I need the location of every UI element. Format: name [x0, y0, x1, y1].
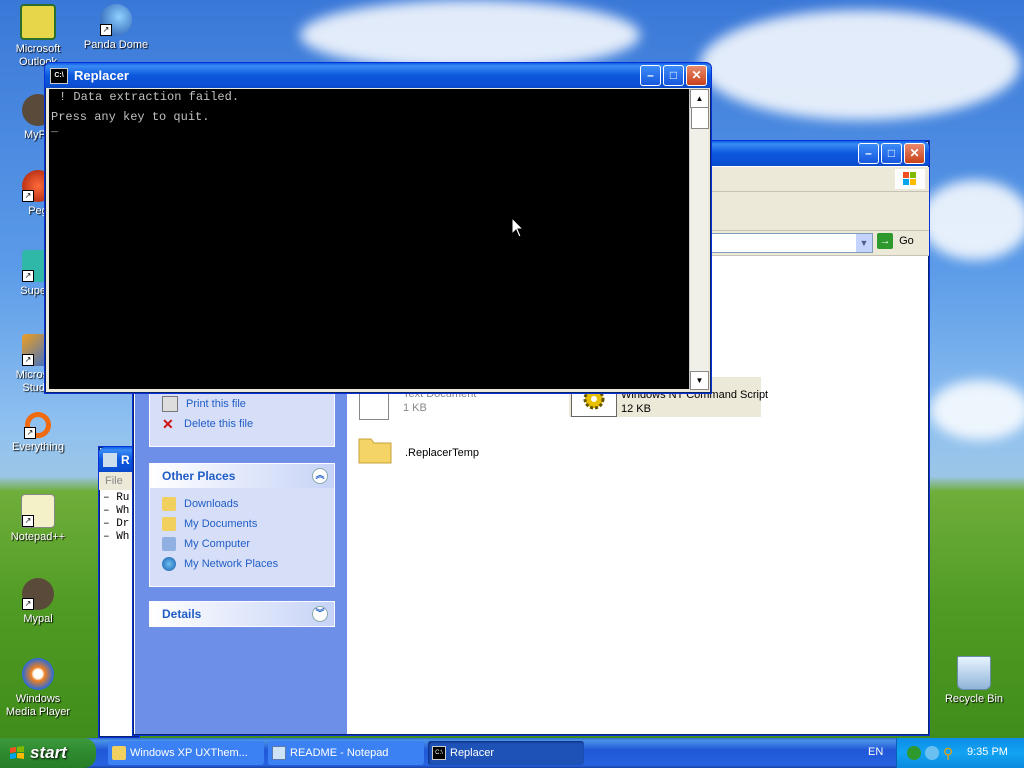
desktop-icon-panda-dome[interactable]: ↗ Panda Dome: [78, 4, 154, 52]
panda-dome-icon: ↗: [100, 4, 132, 36]
print-file-link[interactable]: Print this file: [150, 394, 334, 414]
documents-folder-icon: [162, 517, 176, 531]
place-my-computer[interactable]: My Computer: [150, 534, 334, 554]
tray-app-icon[interactable]: [925, 746, 939, 760]
folder-icon: [112, 746, 126, 760]
computer-icon: [162, 537, 176, 551]
folder-icon: [162, 497, 176, 511]
file-tasks-panel: Print this file ✕ Delete this file: [149, 386, 335, 447]
outlook-icon: [20, 4, 56, 40]
desktop-icon-outlook[interactable]: Microsoft Outlook: [0, 4, 76, 69]
system-tray: ⚲ 9:35 PM: [896, 738, 1024, 768]
chevron-down-icon[interactable]: ︾: [312, 606, 328, 622]
details-panel: Details ︾: [149, 601, 335, 627]
file-item-replacertemp[interactable]: .ReplacerTemp: [355, 431, 555, 471]
windows-flag-icon: [10, 746, 24, 759]
language-indicator[interactable]: EN: [868, 746, 883, 758]
desktop-icon-everything[interactable]: ↗ Everything: [0, 412, 76, 454]
network-status-icon[interactable]: [907, 746, 921, 760]
console-line-error: ! Data extraction failed.: [59, 90, 240, 104]
close-button[interactable]: ✕: [686, 65, 707, 86]
place-my-network-places[interactable]: My Network Places: [150, 554, 334, 574]
desktop-icon-mypal[interactable]: ↗ Mypal: [0, 578, 76, 626]
close-button[interactable]: ✕: [904, 143, 925, 164]
notepad-icon: [272, 746, 286, 760]
other-places-panel: Other Places ︽ Downloads My Documents My…: [149, 463, 335, 587]
chevron-up-icon[interactable]: ︽: [312, 468, 328, 484]
wallpaper-cloud: [300, 0, 640, 70]
taskbar-item-explorer[interactable]: Windows XP UXThem...: [108, 741, 264, 765]
details-header[interactable]: Details ︾: [150, 602, 334, 626]
taskbar-item-replacer[interactable]: C:\ Replacer: [428, 741, 584, 765]
clock[interactable]: 9:35 PM: [967, 746, 1008, 758]
other-places-header[interactable]: Other Places ︽: [150, 464, 334, 488]
go-arrow-icon: →: [877, 233, 893, 249]
desktop-icon-notepadpp[interactable]: ↗ Notepad++: [0, 494, 76, 544]
folder-icon: [357, 433, 393, 465]
scroll-thumb[interactable]: [691, 107, 709, 129]
minimize-button[interactable]: –: [640, 65, 661, 86]
taskbar: start Windows XP UXThem... README - Note…: [0, 738, 1024, 768]
console-icon: C:\: [50, 67, 68, 84]
minimize-button[interactable]: –: [858, 143, 879, 164]
everything-icon: ↗: [24, 412, 51, 439]
windows-logo-icon: [895, 169, 925, 189]
recycle-bin-icon: [957, 656, 991, 690]
mouse-cursor-icon: [511, 217, 525, 238]
place-downloads[interactable]: Downloads: [150, 494, 334, 514]
scroll-up-arrow-icon[interactable]: ▲: [690, 89, 709, 108]
wallpaper-cloud: [920, 180, 1024, 260]
printer-icon: [162, 396, 178, 412]
delete-x-icon: ✕: [162, 416, 174, 432]
desktop-icon-wmp[interactable]: Windows Media Player: [0, 658, 76, 719]
media-player-icon: [22, 658, 54, 690]
wallpaper-cloud: [930, 380, 1024, 440]
chevron-down-icon[interactable]: ▼: [856, 234, 872, 252]
place-my-documents[interactable]: My Documents: [150, 514, 334, 534]
desktop-icon-recycle-bin[interactable]: Recycle Bin: [936, 656, 1012, 706]
taskbar-item-notepad[interactable]: README - Notepad: [268, 741, 424, 765]
scroll-down-arrow-icon[interactable]: ▼: [690, 371, 709, 390]
delete-file-link[interactable]: ✕ Delete this file: [150, 414, 334, 434]
go-button[interactable]: → Go: [877, 233, 925, 253]
console-window[interactable]: C:\ Replacer – □ ✕ ! Data extraction fai…: [44, 62, 712, 394]
network-globe-icon: [162, 557, 176, 571]
console-titlebar[interactable]: C:\ Replacer – □ ✕: [45, 63, 711, 88]
notepadpp-icon: ↗: [21, 494, 55, 528]
raccoon-icon: ↗: [22, 578, 54, 610]
console-title: Replacer: [74, 68, 129, 83]
console-scrollbar[interactable]: ▲ ▼: [689, 89, 709, 390]
search-icon[interactable]: ⚲: [943, 745, 959, 761]
maximize-button[interactable]: □: [881, 143, 902, 164]
maximize-button[interactable]: □: [663, 65, 684, 86]
console-icon: C:\: [432, 746, 446, 760]
notepad-icon: [103, 452, 117, 467]
wallpaper-cloud: [700, 10, 1020, 120]
console-output[interactable]: ! Data extraction failed. Press any key …: [49, 89, 689, 389]
start-button[interactable]: start: [0, 738, 96, 768]
